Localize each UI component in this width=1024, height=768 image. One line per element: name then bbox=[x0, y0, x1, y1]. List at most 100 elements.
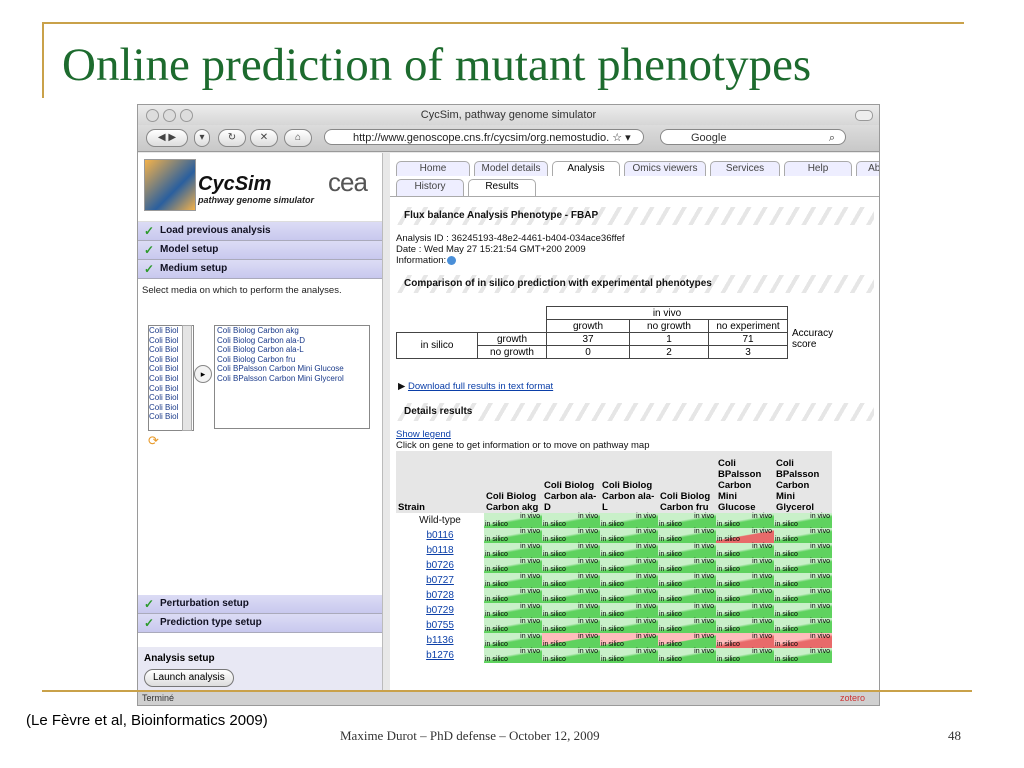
phenotype-cell[interactable]: in vivo in silico bbox=[542, 588, 600, 603]
selected-media-item[interactable]: Coli Biolog Carbon ala-L bbox=[217, 345, 369, 355]
tab-omics-viewers[interactable]: Omics viewers bbox=[624, 161, 706, 176]
tab-services[interactable]: Services bbox=[710, 161, 780, 176]
phenotype-cell[interactable]: in vivo in silico bbox=[600, 618, 658, 633]
phenotype-cell[interactable]: in vivo in silico bbox=[484, 558, 542, 573]
strain-link[interactable]: b1276 bbox=[396, 648, 484, 663]
show-legend-link[interactable]: Show legend bbox=[396, 429, 451, 440]
phenotype-cell[interactable]: in vivo in silico bbox=[716, 513, 774, 528]
sidebar-section[interactable]: ✓ Load previous analysis bbox=[138, 222, 382, 241]
selected-media-item[interactable]: Coli BPalsson Carbon Mini Glycerol bbox=[217, 374, 369, 384]
phenotype-cell[interactable]: in vivo in silico bbox=[542, 528, 600, 543]
phenotype-cell[interactable]: in vivo in silico bbox=[716, 543, 774, 558]
reload-icon[interactable]: ↻ bbox=[218, 129, 246, 147]
phenotype-cell[interactable]: in vivo in silico bbox=[542, 603, 600, 618]
phenotype-cell[interactable]: in vivo in silico bbox=[774, 573, 832, 588]
phenotype-cell[interactable]: in vivo in silico bbox=[542, 648, 600, 663]
selected-media-item[interactable]: Coli Biolog Carbon akg bbox=[217, 326, 369, 336]
zotero-status[interactable]: zotero bbox=[840, 691, 865, 705]
phenotype-cell[interactable]: in vivo in silico bbox=[484, 528, 542, 543]
selected-media-item[interactable]: Coli BPalsson Carbon Mini Glucose bbox=[217, 364, 369, 374]
phenotype-cell[interactable]: in vivo in silico bbox=[658, 543, 716, 558]
phenotype-cell[interactable]: in vivo in silico bbox=[716, 603, 774, 618]
phenotype-cell[interactable]: in vivo in silico bbox=[716, 573, 774, 588]
phenotype-cell[interactable]: in vivo in silico bbox=[716, 633, 774, 648]
home-icon[interactable]: ⌂ bbox=[284, 129, 312, 147]
phenotype-cell[interactable]: in vivo in silico bbox=[774, 543, 832, 558]
subtab-history[interactable]: History bbox=[396, 179, 464, 196]
phenotype-cell[interactable]: in vivo in silico bbox=[484, 633, 542, 648]
phenotype-cell[interactable]: in vivo in silico bbox=[600, 648, 658, 663]
phenotype-cell[interactable]: in vivo in silico bbox=[484, 618, 542, 633]
tab-model-details[interactable]: Model details bbox=[474, 161, 548, 176]
url-field[interactable]: http://www.genoscope.cns.fr/cycsim/org.n… bbox=[324, 129, 644, 145]
media-list-scrollbar[interactable] bbox=[182, 325, 192, 431]
selected-media-item[interactable]: Coli Biolog Carbon ala-D bbox=[217, 336, 369, 346]
history-dropdown-icon[interactable]: ▾ bbox=[194, 129, 210, 147]
phenotype-cell[interactable]: in vivo in silico bbox=[600, 588, 658, 603]
add-media-arrow-icon[interactable]: ▸ bbox=[194, 365, 212, 383]
selected-media-item[interactable]: Coli Biolog Carbon fru bbox=[217, 355, 369, 365]
strain-link[interactable]: b0727 bbox=[396, 573, 484, 588]
phenotype-cell[interactable]: in vivo in silico bbox=[542, 543, 600, 558]
phenotype-cell[interactable]: in vivo in silico bbox=[484, 543, 542, 558]
phenotype-cell[interactable]: in vivo in silico bbox=[658, 618, 716, 633]
download-link[interactable]: Download full results in text format bbox=[408, 381, 553, 392]
phenotype-cell[interactable]: in vivo in silico bbox=[774, 603, 832, 618]
strain-link[interactable]: b0116 bbox=[396, 528, 484, 543]
strain-link[interactable]: b0729 bbox=[396, 603, 484, 618]
tab-help[interactable]: Help bbox=[784, 161, 852, 176]
strain-link[interactable]: b0118 bbox=[396, 543, 484, 558]
phenotype-cell[interactable]: in vivo in silico bbox=[600, 513, 658, 528]
stop-icon[interactable]: ✕ bbox=[250, 129, 278, 147]
phenotype-cell[interactable]: in vivo in silico bbox=[484, 603, 542, 618]
phenotype-cell[interactable]: in vivo in silico bbox=[658, 648, 716, 663]
tab-home[interactable]: Home bbox=[396, 161, 470, 176]
sidebar-section[interactable]: ✓ Medium setup bbox=[138, 260, 382, 279]
phenotype-cell[interactable]: in vivo in silico bbox=[600, 573, 658, 588]
phenotype-cell[interactable]: in vivo in silico bbox=[774, 558, 832, 573]
phenotype-cell[interactable]: in vivo in silico bbox=[600, 633, 658, 648]
phenotype-cell[interactable]: in vivo in silico bbox=[774, 633, 832, 648]
sidebar-section[interactable]: ✓ Model setup bbox=[138, 241, 382, 260]
phenotype-cell[interactable]: in vivo in silico bbox=[658, 528, 716, 543]
phenotype-cell[interactable]: in vivo in silico bbox=[774, 648, 832, 663]
phenotype-cell[interactable]: in vivo in silico bbox=[716, 588, 774, 603]
expand-arrow-icon[interactable]: ▶ bbox=[398, 381, 405, 392]
phenotype-cell[interactable]: in vivo in silico bbox=[658, 633, 716, 648]
sidebar-section[interactable]: ✓ Perturbation setup bbox=[138, 595, 382, 614]
phenotype-cell[interactable]: in vivo in silico bbox=[774, 513, 832, 528]
info-icon[interactable] bbox=[447, 255, 457, 265]
back-forward-button[interactable]: ◀ ▶ bbox=[146, 129, 188, 147]
phenotype-cell[interactable]: in vivo in silico bbox=[716, 618, 774, 633]
strain-link[interactable]: b1136 bbox=[396, 633, 484, 648]
phenotype-cell[interactable]: in vivo in silico bbox=[484, 648, 542, 663]
phenotype-cell[interactable]: in vivo in silico bbox=[542, 558, 600, 573]
phenotype-cell[interactable]: in vivo in silico bbox=[542, 633, 600, 648]
phenotype-cell[interactable]: in vivo in silico bbox=[716, 648, 774, 663]
phenotype-cell[interactable]: in vivo in silico bbox=[542, 573, 600, 588]
phenotype-cell[interactable]: in vivo in silico bbox=[542, 618, 600, 633]
phenotype-cell[interactable]: in vivo in silico bbox=[658, 513, 716, 528]
toolbar-toggle-button[interactable] bbox=[855, 110, 873, 121]
phenotype-cell[interactable]: in vivo in silico bbox=[658, 558, 716, 573]
phenotype-cell[interactable]: in vivo in silico bbox=[484, 588, 542, 603]
phenotype-cell[interactable]: in vivo in silico bbox=[600, 543, 658, 558]
phenotype-cell[interactable]: in vivo in silico bbox=[600, 603, 658, 618]
phenotype-cell[interactable]: in vivo in silico bbox=[716, 528, 774, 543]
phenotype-cell[interactable]: in vivo in silico bbox=[600, 528, 658, 543]
phenotype-cell[interactable]: in vivo in silico bbox=[774, 618, 832, 633]
strain-link[interactable]: b0728 bbox=[396, 588, 484, 603]
launch-analysis-button[interactable]: Launch analysis bbox=[144, 669, 234, 687]
phenotype-cell[interactable]: in vivo in silico bbox=[716, 558, 774, 573]
phenotype-cell[interactable]: in vivo in silico bbox=[774, 528, 832, 543]
strain-link[interactable]: b0755 bbox=[396, 618, 484, 633]
tab-analysis[interactable]: Analysis bbox=[552, 161, 620, 176]
phenotype-cell[interactable]: in vivo in silico bbox=[542, 513, 600, 528]
strain-link[interactable]: b0726 bbox=[396, 558, 484, 573]
selected-media-list[interactable]: Coli Biolog Carbon akg Coli Biolog Carbon… bbox=[214, 325, 370, 429]
subtab-results[interactable]: Results bbox=[468, 179, 536, 196]
phenotype-cell[interactable]: in vivo in silico bbox=[484, 573, 542, 588]
tab-abo[interactable]: Abo bbox=[856, 161, 879, 176]
phenotype-cell[interactable]: in vivo in silico bbox=[484, 513, 542, 528]
phenotype-cell[interactable]: in vivo in silico bbox=[658, 603, 716, 618]
